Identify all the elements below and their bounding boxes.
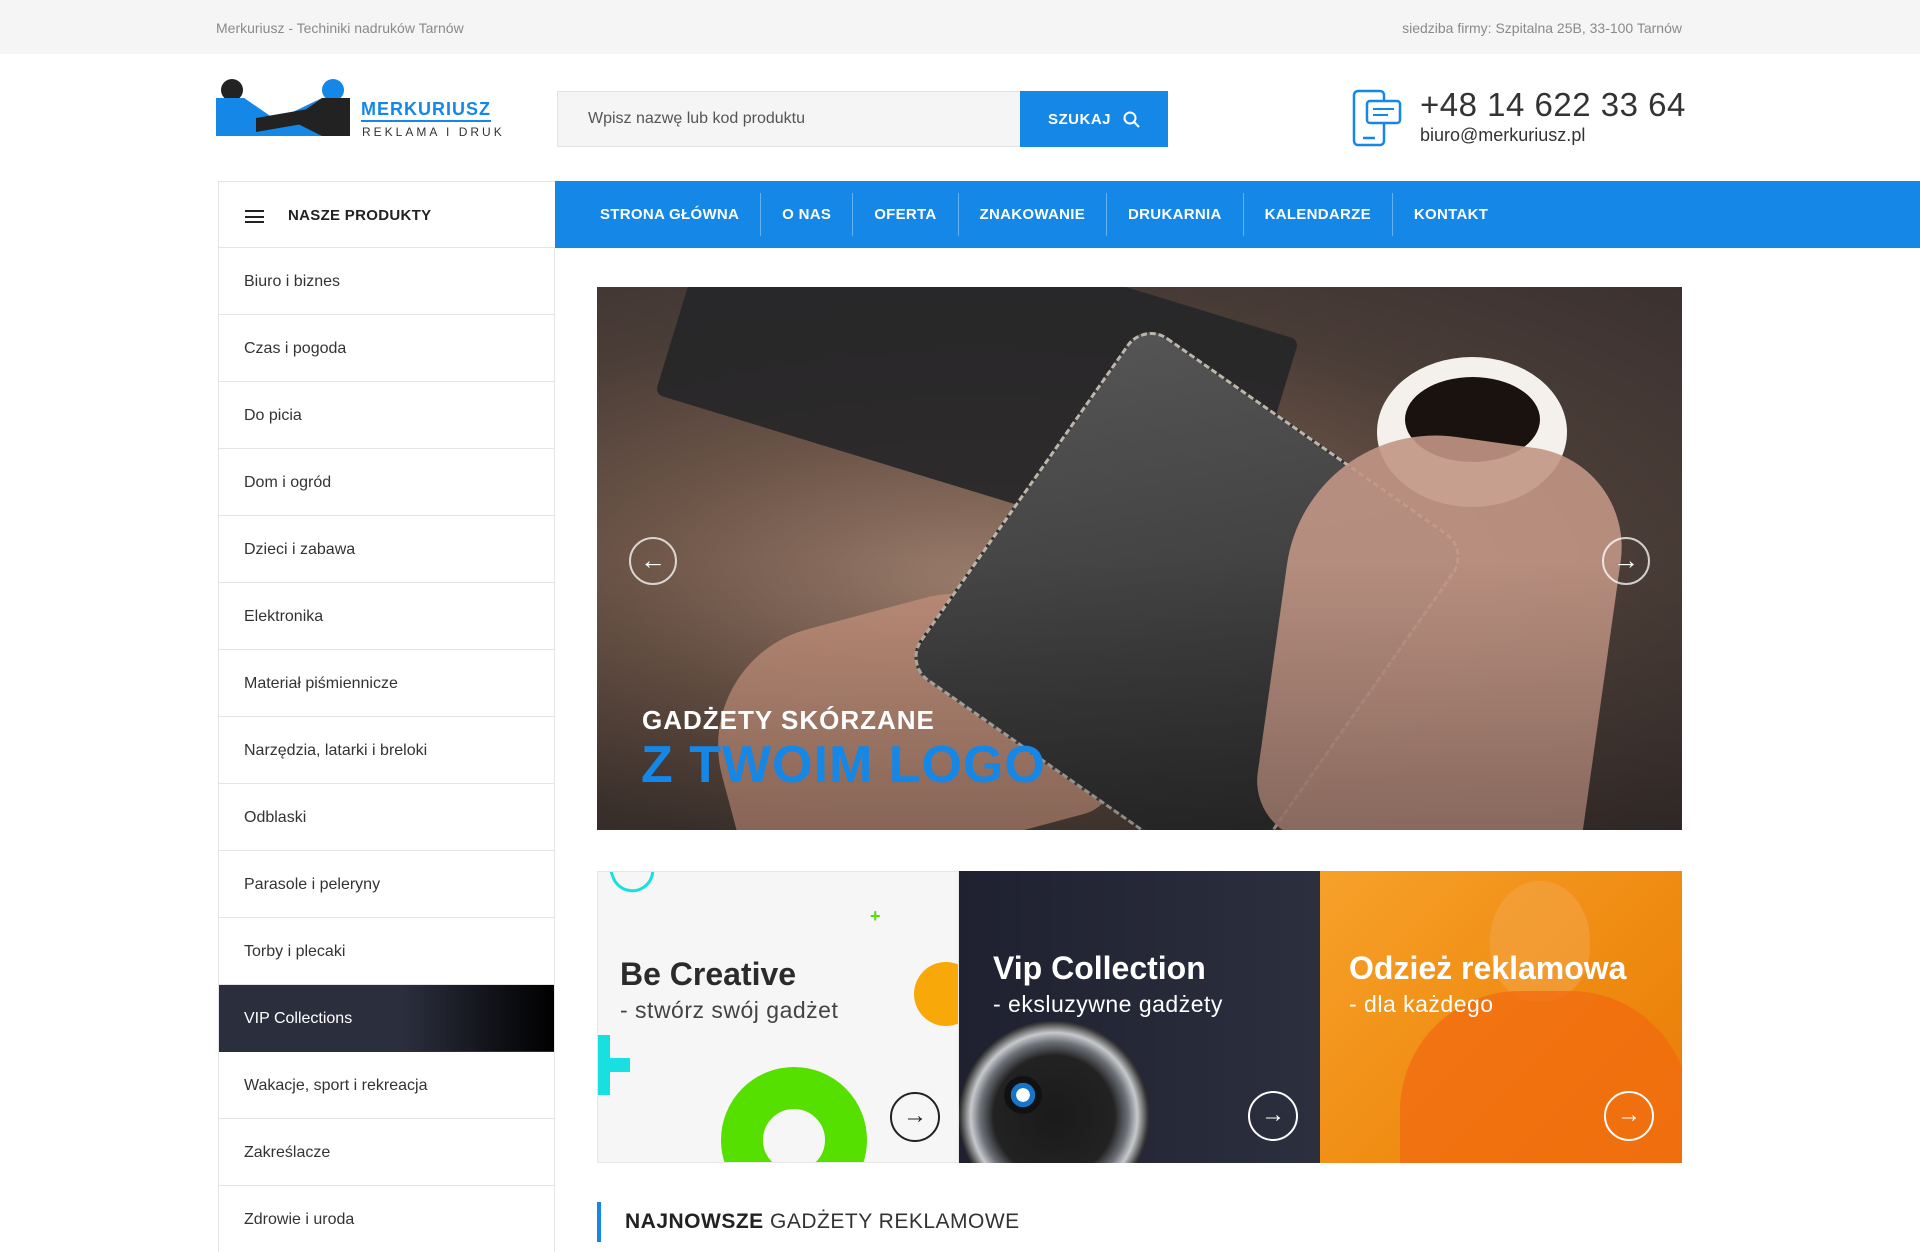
category-item[interactable]: Zakreślacze (219, 1119, 554, 1186)
nav-item-contact[interactable]: KONTAKT (1393, 193, 1509, 236)
site-logo[interactable]: MERKURIUSZ REKLAMA I DRUK (216, 78, 516, 140)
nav-item-calendars[interactable]: KALENDARZE (1244, 193, 1393, 236)
site-tagline: Merkuriusz - Techiniki nadruków Tarnów (216, 20, 464, 36)
section-title-rest: GADŻETY REKLAMOWE (770, 1210, 1020, 1233)
category-item[interactable]: Do picia (219, 382, 554, 449)
main-navigation: STRONA GŁÓWNA O NAS OFERTA ZNAKOWANIE DR… (555, 181, 1920, 248)
top-info-bar: Merkuriusz - Techiniki nadruków Tarnów s… (0, 0, 1920, 54)
phone-number[interactable]: +48 14 622 33 64 (1420, 86, 1686, 124)
tile-title: Vip Collection (993, 950, 1206, 986)
decor-shape (598, 1035, 630, 1095)
tile-subtitle: - eksluzywne gadżety (993, 991, 1223, 1017)
decor-shape (607, 872, 661, 899)
nav-item-home[interactable]: STRONA GŁÓWNA (579, 193, 762, 236)
category-item-active[interactable]: VIP Collections (219, 985, 554, 1052)
promo-tile-be-creative[interactable]: + Be Creative - stwórz swój gadżet → (597, 871, 959, 1163)
phone-contact-icon (1352, 89, 1402, 147)
tile-arrow-button[interactable]: → (1604, 1091, 1654, 1141)
hamburger-icon (245, 210, 264, 223)
tile-subtitle: - stwórz swój gadżet (620, 997, 839, 1023)
tile-title: Be Creative (620, 956, 797, 992)
company-address: siedziba firmy: Szpitalna 25B, 33-100 Ta… (1402, 20, 1682, 36)
arrow-right-icon: → (1617, 1101, 1641, 1128)
category-item[interactable]: Dzieci i zabawa (219, 516, 554, 583)
hero-slider[interactable]: ← → GADŻETY SKÓRZANE Z TWOIM LOGO (597, 287, 1682, 830)
nav-item-printing[interactable]: DRUKARNIA (1107, 193, 1244, 236)
nav-item-offer[interactable]: OFERTA (853, 193, 959, 236)
nav-item-marking[interactable]: ZNAKOWANIE (959, 193, 1108, 236)
category-item[interactable]: Wakacje, sport i rekreacja (219, 1052, 554, 1119)
category-item[interactable]: Elektronika (219, 583, 554, 650)
category-item[interactable]: Materiał piśmiennicze (219, 650, 554, 717)
logo-mark-icon (216, 79, 350, 136)
decor-ring (721, 1067, 867, 1162)
search-button-label: SZUKAJ (1047, 110, 1111, 128)
promo-tile-clothing[interactable]: Odzież reklamowa - dla każdego → (1320, 871, 1682, 1163)
email-address[interactable]: biuro@merkuriusz.pl (1420, 125, 1585, 146)
arrow-left-icon: ← (640, 545, 666, 575)
tile-subtitle: - dla każdego (1349, 991, 1494, 1017)
search-button[interactable]: SZUKAJ (1020, 91, 1168, 147)
address-label: siedziba firmy: (1402, 20, 1492, 36)
slider-prev-button[interactable]: ← (629, 537, 677, 585)
promo-tiles: + Be Creative - stwórz swój gadżet → Vip… (597, 871, 1682, 1163)
address-value: Szpitalna 25B, 33-100 Tarnów (1495, 20, 1682, 36)
hero-subtitle: GADŻETY SKÓRZANE (642, 705, 935, 735)
category-item[interactable]: Odblaski (219, 784, 554, 851)
arrow-right-icon: → (1261, 1101, 1285, 1128)
products-menu-label: NASZE PRODUKTY (288, 207, 432, 224)
nav-item-about[interactable]: O NAS (761, 193, 854, 236)
products-menu-toggle[interactable]: NASZE PRODUKTY (218, 181, 555, 248)
product-category-list: Biuro i biznes Czas i pogoda Do picia Do… (218, 248, 555, 1252)
logo-brand-text: MERKURIUSZ (361, 100, 491, 122)
slider-next-button[interactable]: → (1602, 537, 1650, 585)
decor-plus-icon: + (870, 906, 881, 926)
category-item[interactable]: Biuro i biznes (219, 248, 554, 315)
watch-image (959, 1021, 1149, 1163)
search-input[interactable] (557, 91, 1021, 147)
promo-tile-vip[interactable]: Vip Collection - eksluzywne gadżety → (959, 871, 1320, 1163)
section-title-bold: NAJNOWSZE (625, 1210, 764, 1233)
arrow-right-icon: → (903, 1102, 927, 1129)
tile-title: Odzież reklamowa (1349, 950, 1627, 986)
category-item[interactable]: Parasole i peleryny (219, 851, 554, 918)
section-title: NAJNOWSZE GADŻETY REKLAMOWE (597, 1202, 1020, 1242)
hero-title: Z TWOIM LOGO (641, 736, 1046, 794)
category-item[interactable]: Torby i plecaki (219, 918, 554, 985)
product-search: SZUKAJ (557, 91, 1168, 147)
category-item[interactable]: Narzędzia, latarki i breloki (219, 717, 554, 784)
tile-arrow-button[interactable]: → (890, 1092, 940, 1142)
logo-tagline: REKLAMA I DRUK (362, 125, 505, 139)
category-item[interactable]: Dom i ogród (219, 449, 554, 516)
category-item[interactable]: Zdrowie i uroda (219, 1186, 554, 1252)
tile-arrow-button[interactable]: → (1248, 1091, 1298, 1141)
decor-shape (914, 962, 958, 1026)
arrow-right-icon: → (1613, 545, 1639, 575)
category-item[interactable]: Czas i pogoda (219, 315, 554, 382)
search-icon (1123, 111, 1140, 128)
